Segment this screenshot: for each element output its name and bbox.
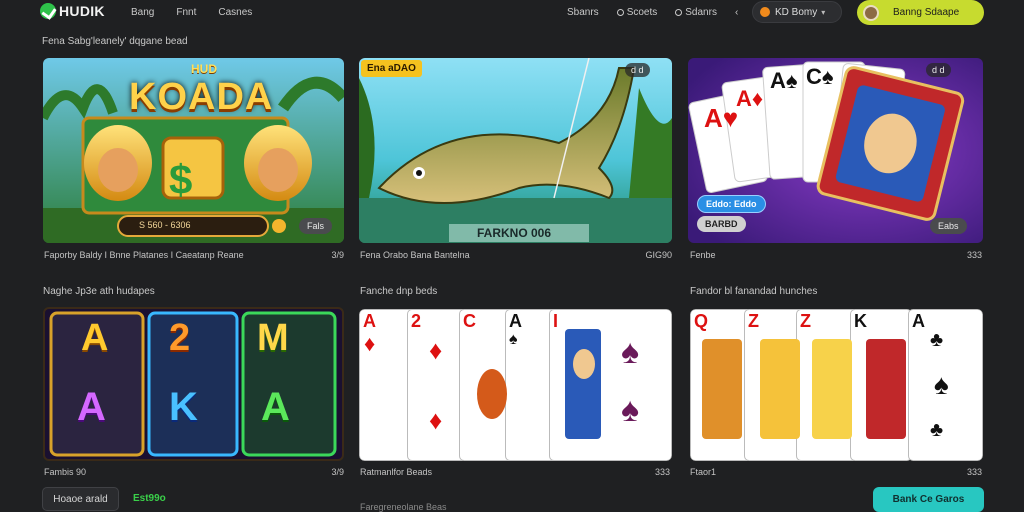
slots-count: 3/9 (331, 467, 344, 477)
card-portrait (760, 339, 800, 439)
nav-item-3[interactable]: Casnes (218, 7, 252, 18)
main-nav: Bang Fnnt Casnes (131, 7, 252, 18)
red-fan-label: Ratmanlfor Beads (360, 467, 433, 477)
fish-count: GIG90 (645, 250, 672, 260)
game-card-poker[interactable]: A♥ A♦ A♠ C♠ d d Eddo: Eddo BARBD Eabs (688, 58, 983, 243)
dollar-icon: $ (169, 156, 193, 203)
row2-title-1: Naghe Jp3e ath hudapes (43, 286, 155, 297)
fish-title-art: FARKNO 006 (477, 226, 552, 240)
diamond-suit-icon: ♦ (429, 335, 443, 365)
card-rank: A (912, 311, 925, 331)
poker-count: 333 (966, 250, 982, 260)
reel-symbol: M (257, 317, 289, 359)
card-portrait (702, 339, 742, 439)
game-card-red-fan[interactable]: A ♦ 2 ♦ ♦ C A ♠ I ♠ ♠ (359, 309, 672, 461)
green-value: Est99o (133, 493, 166, 504)
club-suit-icon: ♣ (930, 329, 944, 351)
right-nav-item-1[interactable]: Sbanrs (567, 7, 599, 18)
card-rank: A (509, 311, 522, 331)
cta-button[interactable]: Bank Ce Garos (873, 487, 984, 512)
user-button[interactable]: Banng Sdaape (857, 0, 984, 25)
poker-pill-gray[interactable]: BARBD (697, 216, 746, 232)
reel-symbol: A (261, 385, 290, 429)
koada-price-bar: S 560 - 6306 (139, 220, 191, 230)
top-bar: HUDIK Bang Fnnt Casnes Sbanrs Scoets Sda… (0, 0, 1024, 26)
chevron-down-icon: ▾ (821, 7, 826, 17)
coin-icon (760, 7, 770, 17)
bottom-caption: Faregreneolane Beas (360, 502, 447, 512)
reel-symbol: A (77, 385, 106, 429)
poker-bet-button[interactable]: Eabs (930, 218, 967, 234)
game-card-slots[interactable]: A 2 M A K A (43, 307, 344, 461)
balance-dropdown[interactable]: KD Bomy ▾ (752, 1, 842, 23)
reel-symbol: A (81, 317, 109, 359)
logo-check-icon (40, 3, 56, 19)
card-portrait (866, 339, 906, 439)
red-fan-count: 333 (654, 467, 670, 477)
game-card-face-fan[interactable]: Q Z Z K A ♣ ♠ ♣ (690, 309, 983, 461)
koada-bet-button[interactable]: Fals (299, 218, 333, 234)
face-fan-label: Ftaor1 (690, 467, 717, 477)
fish-art (359, 58, 672, 243)
logo[interactable]: HUDIK (40, 3, 105, 19)
globe-icon (616, 9, 624, 16)
card-a-hearts: A♥ (704, 103, 739, 133)
card-portrait (477, 369, 507, 419)
avatar (863, 4, 879, 21)
koada-count: 3/9 (331, 250, 344, 260)
face-fan-count: 333 (966, 467, 982, 477)
card-a-diamonds: A♦ (736, 86, 764, 111)
card-rank: Z (800, 311, 811, 331)
spade-suit-icon: ♠ (509, 331, 518, 348)
card-c-spades: C♠ (806, 64, 834, 89)
load-more-button[interactable]: Hoaoe arald (42, 487, 119, 511)
card-rank: C (463, 311, 476, 331)
reel-symbol: K (169, 385, 198, 429)
card-a-spades: A♠ (770, 68, 798, 93)
card-rank: K (854, 311, 867, 331)
club-suit-icon: ♣ (930, 419, 944, 441)
slots-label: Fambis 90 (44, 467, 87, 477)
diamond-suit-icon: ♦ (429, 405, 443, 435)
row2-title-2: Fanche dnp beds (360, 286, 438, 297)
reel-symbol: 2 (169, 317, 191, 359)
poker-corner-tag[interactable]: d d (926, 63, 951, 77)
nav-item-1[interactable]: Bang (131, 7, 154, 18)
right-nav-item-2[interactable]: Scoets (616, 7, 657, 18)
right-nav-item-3[interactable]: Sdanrs (675, 7, 717, 18)
fish-label: Fena Orabo Bana Bantelna (360, 250, 470, 260)
row1-title: Fena Sabg'leanely' dqgane bead (42, 36, 188, 47)
poker-label: Fenbe (690, 250, 716, 260)
fish-badge: Ena aDAO (361, 60, 422, 77)
card-portrait-face (573, 349, 595, 379)
spade-suit-icon: ♠ (934, 369, 949, 400)
poker-pill-blue[interactable]: Eddo: Eddo (697, 195, 766, 213)
globe-icon (675, 9, 683, 16)
card-rank: 2 (411, 311, 422, 331)
row2-title-3: Fandor bl fanandad hunches (690, 286, 818, 297)
balance-value: KD Bomy (775, 6, 818, 18)
koada-title-art: KOADA (129, 76, 274, 118)
diamond-suit-icon: ♦ (364, 331, 376, 356)
card-rank: A (363, 311, 376, 331)
koada-label: Faporby Baldy I Bnne Platanes I Caeatanp… (44, 250, 244, 260)
spade-suit-icon: ♠ (621, 333, 640, 371)
card-rank: Q (694, 311, 709, 331)
game-card-koada[interactable]: HUD KOADA $ S 560 - 6306 Fals (43, 58, 344, 243)
right-nav: Sbanrs Scoets Sdanrs ‹ (567, 7, 756, 18)
card-portrait (812, 339, 852, 439)
koada-banner: HUD (191, 62, 217, 76)
card-portrait (565, 329, 601, 439)
user-button-label: Banng Sdaape (893, 7, 960, 18)
chevron-left-icon[interactable]: ‹ (735, 7, 738, 18)
logo-text: HUDIK (59, 3, 105, 19)
card-rank: Z (748, 311, 759, 331)
card-rank: I (553, 311, 559, 331)
spade-suit-icon: ♠ (621, 391, 640, 429)
game-card-fish[interactable]: Ena aDAO d d FARKNO 006 (359, 58, 672, 243)
nav-item-2[interactable]: Fnnt (176, 7, 196, 18)
fish-corner-tag[interactable]: d d (625, 63, 650, 77)
